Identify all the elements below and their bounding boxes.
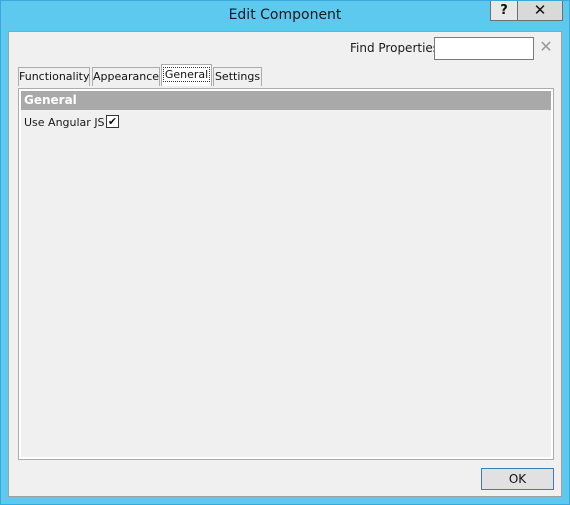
- find-properties-input[interactable]: [434, 37, 534, 60]
- window-title: Edit Component: [228, 7, 342, 23]
- tab-general[interactable]: General: [161, 64, 212, 86]
- tab-label: Appearance: [93, 70, 160, 83]
- find-properties-label: Find Properties: [350, 41, 440, 55]
- tab-label: General: [162, 67, 211, 82]
- tab-settings[interactable]: Settings: [213, 67, 262, 86]
- tab-label: Settings: [214, 70, 261, 83]
- tab-appearance[interactable]: Appearance: [92, 67, 160, 86]
- tab-panel-general: General Use Angular JS ✔: [18, 88, 554, 460]
- close-button[interactable]: ✕: [518, 1, 563, 21]
- tab-functionality[interactable]: Functionality: [18, 67, 90, 86]
- title-bar[interactable]: Edit Component ? ✕: [1, 1, 569, 31]
- ok-button[interactable]: OK: [481, 468, 554, 490]
- use-angular-js-checkbox[interactable]: ✔: [106, 115, 119, 128]
- help-button[interactable]: ?: [490, 1, 518, 21]
- property-grid: General Use Angular JS ✔: [21, 91, 551, 457]
- group-header-general: General: [21, 91, 551, 110]
- clear-search-icon[interactable]: ✕: [539, 38, 553, 56]
- property-label: Use Angular JS: [24, 116, 105, 129]
- property-row-use-angular-js: Use Angular JS ✔: [21, 113, 551, 131]
- tab-label: Functionality: [19, 70, 90, 83]
- edit-component-dialog: Edit Component ? ✕ Find Properties ✕ Fun…: [0, 0, 570, 505]
- dialog-body: Find Properties ✕ Functionality Appearan…: [8, 31, 562, 497]
